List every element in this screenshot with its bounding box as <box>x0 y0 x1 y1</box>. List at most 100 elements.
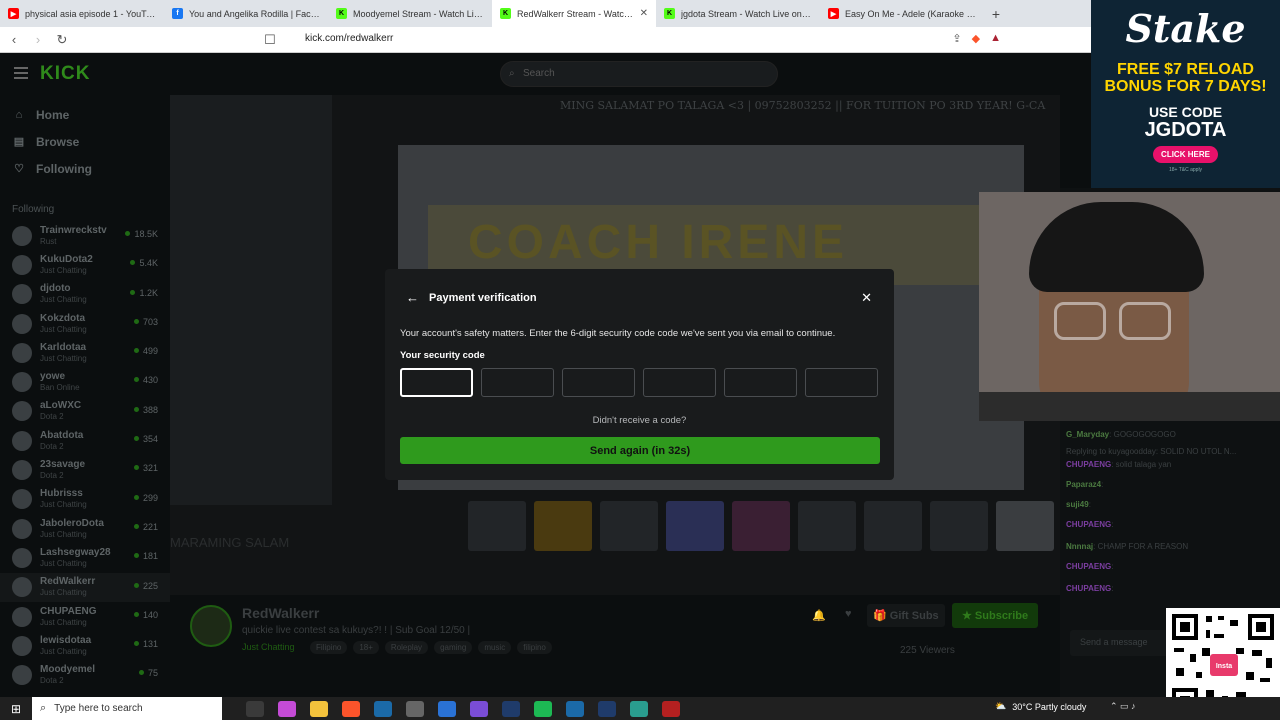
bookmark-icon[interactable]: ☐ <box>260 32 280 48</box>
chrome-icon[interactable] <box>630 700 648 717</box>
stake-ad[interactable]: Stake FREE $7 RELOAD BONUS FOR 7 DAYS! U… <box>1091 0 1280 188</box>
reload-icon[interactable]: ↻ <box>52 32 72 48</box>
streamer-avatar[interactable] <box>190 605 232 647</box>
code-digit-3[interactable] <box>562 368 635 397</box>
chat-username[interactable]: suji49 <box>1066 500 1089 509</box>
sidebar-channel[interactable]: KukuDota2 Just Chatting 5.4K <box>0 250 170 279</box>
kick-logo[interactable]: KICK <box>40 63 90 85</box>
sidebar-item-browse[interactable]: ▤ Browse <box>0 128 170 155</box>
browser-tab[interactable]: ▶ physical asia episode 1 - YouTube <box>0 0 164 27</box>
brave-rewards-icon[interactable]: ▲ <box>990 32 1001 45</box>
search-input[interactable]: ⌕ Search <box>500 61 778 87</box>
share-icon[interactable]: ⇪ <box>952 32 961 45</box>
sidebar-channel[interactable]: Karldotaa Just Chatting 499 <box>0 338 170 367</box>
stream-tag[interactable]: gaming <box>434 641 473 654</box>
browser-tab[interactable]: K Moodyemel Stream - Watch Live on <box>328 0 492 27</box>
sidebar-channel[interactable]: Trainwreckstv Rust 18.5K <box>0 221 170 250</box>
stream-tag[interactable]: filipino <box>517 641 552 654</box>
sidebar-channel[interactable]: yowe Ban Online 430 <box>0 367 170 396</box>
forward-icon[interactable]: › <box>28 32 48 47</box>
ad-click-here-button[interactable]: CLICK HERE <box>1153 146 1218 163</box>
sidebar-channel[interactable]: aLoWXC Dota 2 388 <box>0 397 170 426</box>
browse-icon: ▤ <box>13 136 25 148</box>
vscode-icon[interactable] <box>598 700 616 717</box>
back-icon[interactable]: ‹ <box>4 32 24 47</box>
taskbar-search-input[interactable]: ⌕ Type here to search <box>32 697 222 720</box>
gift-subs-button[interactable]: 🎁 Gift Subs <box>867 604 945 627</box>
brave-shield-icon[interactable]: ◆ <box>972 32 980 45</box>
send-again-button[interactable]: Send again (in 32s) <box>400 437 880 464</box>
task-view-icon[interactable] <box>246 700 264 717</box>
chat-username[interactable]: CHUPAENG <box>1066 584 1111 593</box>
code-digit-6[interactable] <box>805 368 878 397</box>
bell-icon[interactable]: 🔔 <box>812 609 826 622</box>
app-icon[interactable] <box>438 700 456 717</box>
vscode-icon[interactable] <box>502 700 520 717</box>
channel-avatar <box>12 547 32 568</box>
sidebar-channel[interactable]: 23savage Dota 2 321 <box>0 455 170 484</box>
sidebar-item-home[interactable]: ⌂ Home <box>0 101 170 128</box>
sidebar-channel[interactable]: Kokzdota Just Chatting 703 <box>0 309 170 338</box>
sidebar-item-label: Browse <box>36 134 80 149</box>
resend-prompt: Didn't receive a code? <box>592 415 687 426</box>
dota-icon[interactable] <box>662 700 680 717</box>
chat-username[interactable]: CHUPAENG <box>1066 520 1111 529</box>
code-digit-4[interactable] <box>643 368 716 397</box>
sidebar-channel[interactable]: Abatdota Dota 2 354 <box>0 426 170 455</box>
sidebar-channel[interactable]: Lashsegway28 Just Chatting 181 <box>0 543 170 572</box>
hamburger-menu-icon[interactable] <box>14 67 28 79</box>
stream-tag[interactable]: 18+ <box>353 641 379 654</box>
spotify-icon[interactable] <box>534 700 552 717</box>
chat-username[interactable]: Paparaz4 <box>1066 480 1101 489</box>
browser-tab[interactable]: f You and Angelika Rodilla | Facebook <box>164 0 328 27</box>
stream-tag[interactable]: Roleplay <box>384 641 429 654</box>
followed-channels-list: Trainwreckstv Rust 18.5K KukuDota2 Just Chat… <box>0 221 170 690</box>
obs-icon[interactable] <box>406 700 424 717</box>
new-tab-button[interactable]: + <box>984 6 1008 22</box>
close-tab-icon[interactable]: ✕ <box>640 8 648 19</box>
channel-avatar <box>12 518 32 539</box>
chat-username[interactable]: G_Maryday <box>1066 430 1109 439</box>
stream-category[interactable]: Just Chatting <box>242 642 295 652</box>
stream-banner-text: COACH IRENE <box>468 216 849 269</box>
sidebar-channel[interactable]: Moodyemel Dota 2 75 <box>0 660 170 689</box>
security-code-inputs <box>400 368 878 397</box>
code-digit-1[interactable] <box>400 368 473 397</box>
steam-icon[interactable] <box>566 700 584 717</box>
url-field[interactable]: kick.com/redwalkerr <box>305 33 393 44</box>
system-tray[interactable]: ⌃ ▭ ♪ <box>1110 701 1136 712</box>
kick-icon: K <box>664 8 675 19</box>
heart-icon[interactable]: ♥ <box>845 608 852 620</box>
chat-username[interactable]: CHUPAENG <box>1066 562 1111 571</box>
modal-description: Your account's safety matters. Enter the… <box>400 328 836 339</box>
steam-icon[interactable] <box>374 700 392 717</box>
brave-browser-icon[interactable] <box>342 700 360 717</box>
browser-tab[interactable]: ▶ Easy On Me - Adele (Karaoke Songs <box>820 0 984 27</box>
sidebar-item-following[interactable]: ♡ Following <box>0 155 170 182</box>
windows-start-icon[interactable]: ⊞ <box>0 702 32 716</box>
chat-username[interactable]: Nnnnaj <box>1066 542 1093 551</box>
copilot-icon[interactable] <box>278 700 296 717</box>
code-digit-5[interactable] <box>724 368 797 397</box>
chat-message: CHUPAENG: <box>1066 520 1114 529</box>
streamer-name[interactable]: RedWalkerr <box>242 605 319 621</box>
browser-tab-active[interactable]: K RedWalkerr Stream - Watch Live ✕ <box>492 0 656 27</box>
close-icon[interactable]: ✕ <box>861 290 872 306</box>
code-digit-2[interactable] <box>481 368 554 397</box>
stream-tag[interactable]: music <box>478 641 512 654</box>
sidebar-channel[interactable]: djdoto Just Chatting 1.2K <box>0 280 170 309</box>
sidebar-channel[interactable]: JaboleroDota Just Chatting 221 <box>0 514 170 543</box>
subscribe-button[interactable]: ★ Subscribe <box>952 603 1039 628</box>
sidebar-channel[interactable]: lewisdotaa Just Chatting 131 <box>0 631 170 660</box>
chat-username[interactable]: CHUPAENG <box>1066 460 1111 469</box>
sidebar-channel[interactable]: Hubrisss Just Chatting 299 <box>0 485 170 514</box>
browser-tab[interactable]: K jgdota Stream - Watch Live on Kick <box>656 0 820 27</box>
back-arrow-icon[interactable]: ← <box>406 290 419 305</box>
sidebar-channel[interactable]: CHUPAENG Just Chatting 140 <box>0 602 170 631</box>
file-explorer-icon[interactable] <box>310 700 328 717</box>
sidebar-channel[interactable]: RedWalkerr Just Chatting 225 <box>0 572 170 602</box>
chat-input[interactable]: Send a message <box>1070 630 1170 656</box>
discord-icon[interactable] <box>470 700 488 717</box>
stream-tag[interactable]: Filipino <box>310 641 348 654</box>
taskbar-weather[interactable]: ⛅ 30°C Partly cloudy <box>995 701 1086 712</box>
